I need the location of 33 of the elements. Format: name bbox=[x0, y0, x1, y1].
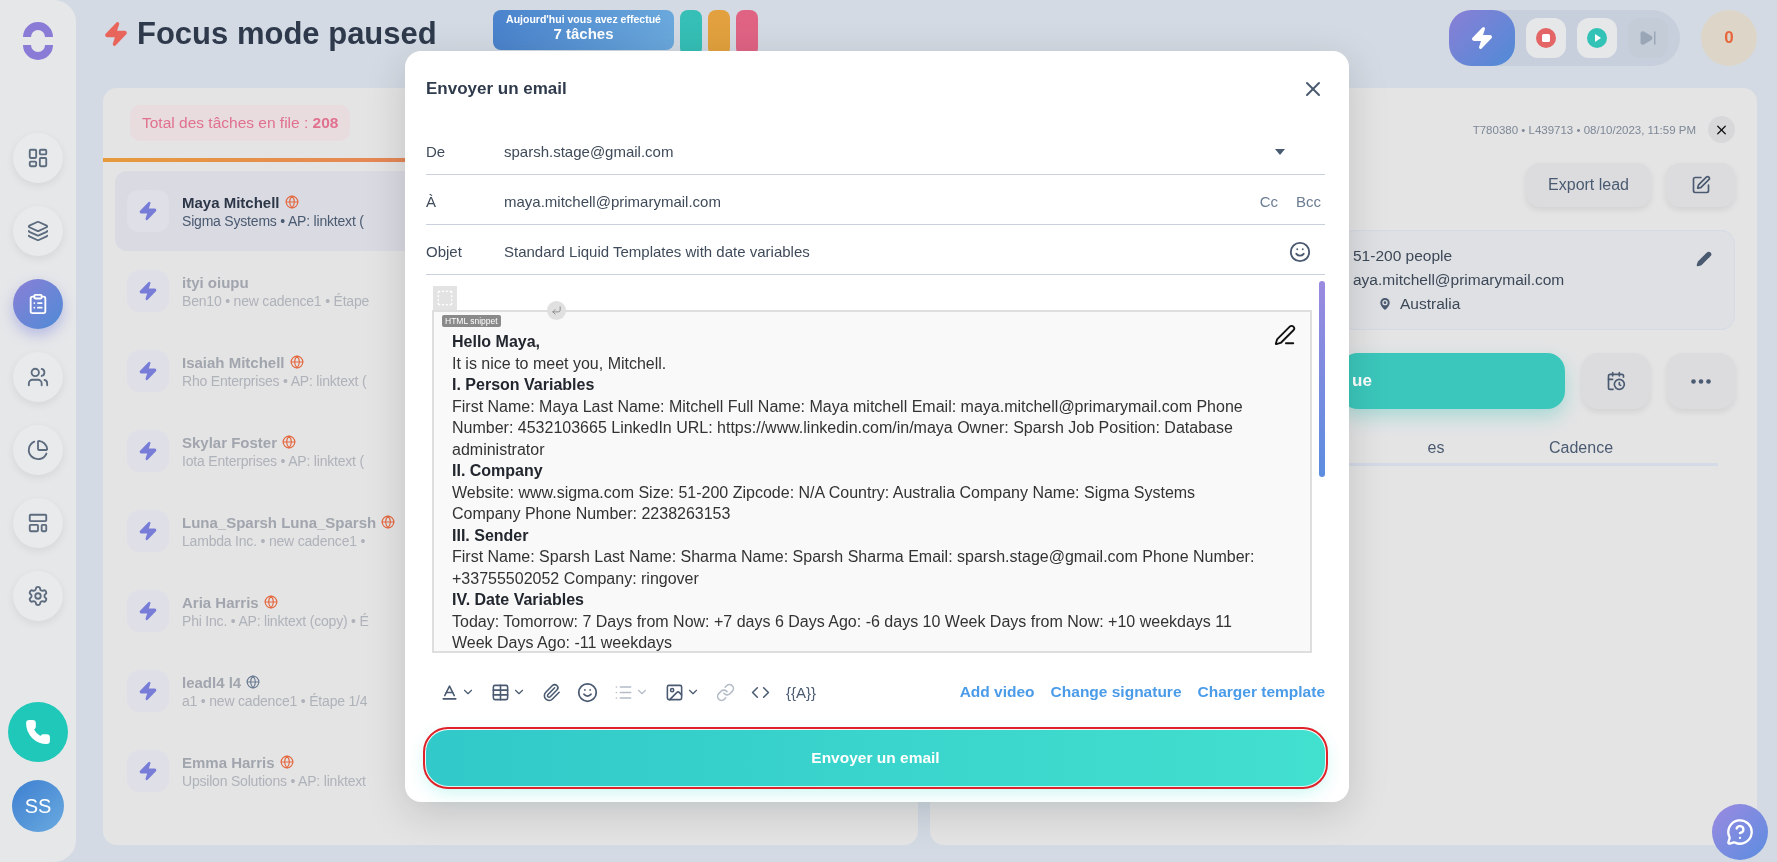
body-heading: IV. Date Variables bbox=[452, 590, 585, 610]
lead-name: Maya Mitchell bbox=[182, 193, 280, 211]
lead-name: Emma Harris bbox=[182, 753, 275, 771]
field-label: À bbox=[426, 193, 437, 210]
page-title: Focus mode paused bbox=[137, 16, 437, 52]
queue-total: Total des tâches en file : 208 bbox=[130, 105, 351, 141]
lead-info-text: 51-200 people bbox=[1353, 247, 1453, 265]
task-subtitle: Sigma Systems • AP: linktext ( bbox=[182, 212, 364, 229]
counter-badge: 0 bbox=[1701, 10, 1757, 66]
lead-name: Isaiah Mitchell bbox=[182, 353, 285, 371]
body-paragraph: It is nice to meet you, Mitchell. bbox=[452, 353, 668, 374]
lead-name: Aria Harris bbox=[182, 593, 259, 611]
lead-info-text: Australia bbox=[1400, 295, 1461, 313]
field-label: Objet bbox=[426, 243, 463, 260]
body-heading: Hello Maya, bbox=[452, 332, 542, 352]
field-label: De bbox=[426, 143, 447, 160]
body-heading: II. Company bbox=[452, 461, 544, 481]
task-meta: T780380 • L439713 • 08/10/2023, 11:59 PM bbox=[1472, 123, 1696, 136]
lead-name: leadl4 l4 bbox=[182, 673, 242, 691]
stats-caption: Aujourd'hui vous avez effectué bbox=[506, 13, 661, 25]
body-paragraph: First Name: Maya Last Name: Mitchell Full Name: Maya mitchell Email: maya.mitchell@primarymail.com Phone Number: 4532103665 LinkedIn URL: https://www.linkedin.com/in/maya Owner: Sparsh Job Position: Database administrator bbox=[452, 396, 1244, 460]
lead-name: Skylar Foster bbox=[182, 433, 278, 451]
body-paragraph: Website: www.sigma.com Size: 51-200 Zipcode: N/A Country: Australia Company Name: Sigma Systems Company Phone Number: 2238263153 bbox=[452, 482, 1197, 524]
body-paragraph: First Name: Sparsh Last Name: Sharma Name: Sparsh Sharma Email: sparsh.stage@gmail.com Phone Number: +33755502052 Company: ringover bbox=[452, 547, 1256, 589]
dialog-title: Envoyer un email bbox=[426, 79, 567, 99]
lead-name: Luna_Sparsh Luna_Sparsh bbox=[182, 513, 377, 531]
lead-info-text: aya.mitchell@primarymail.com bbox=[1353, 271, 1565, 289]
stats-value: 7 tâches bbox=[553, 25, 614, 43]
body-heading: I. Person Variables bbox=[452, 375, 596, 395]
body-paragraph: Today: Tomorrow: 7 Days from Now: +7 days 6 Days Ago: -6 days 10 Week Days from Now: +10 weekdays 11 Week Days Ago: -11 weekdays bbox=[452, 611, 1233, 653]
lead-name: ityi oiupu bbox=[182, 273, 249, 291]
body-heading: III. Sender bbox=[452, 525, 530, 546]
snippet-tag: HTML snippet bbox=[442, 315, 501, 327]
